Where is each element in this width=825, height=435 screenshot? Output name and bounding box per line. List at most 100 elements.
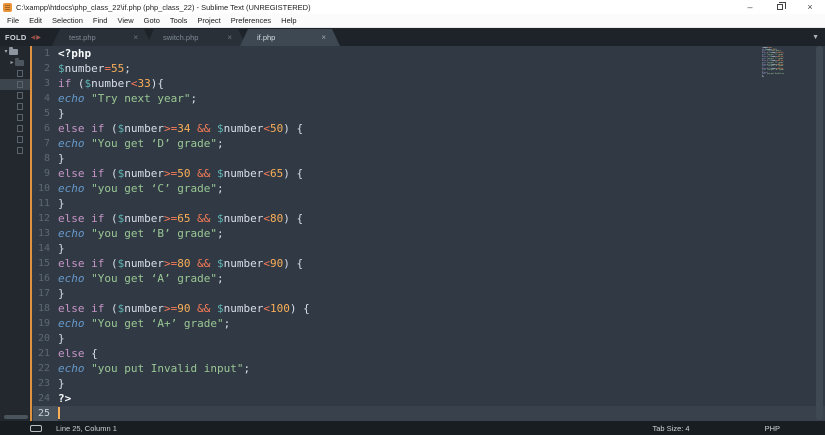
code-line[interactable]: 9else if ($number>=50 && $number<65) { bbox=[33, 166, 825, 181]
line-number: 25 bbox=[33, 406, 58, 421]
code-token: $ bbox=[217, 257, 224, 270]
menu-bar: FileEditSelectionFindViewGotoToolsProjec… bbox=[0, 14, 825, 28]
sidebar-file-item[interactable] bbox=[0, 90, 30, 101]
sidebar-file-item[interactable] bbox=[0, 123, 30, 134]
sidebar-file-item[interactable] bbox=[0, 112, 30, 123]
tab-label: if.php bbox=[257, 33, 317, 42]
sidebar-file-item[interactable] bbox=[0, 101, 30, 112]
sidebar-file-item[interactable] bbox=[0, 79, 30, 90]
layout-icon[interactable] bbox=[30, 425, 42, 432]
history-back-icon[interactable]: ◀ bbox=[31, 34, 36, 41]
tab-test.php[interactable]: test.php× bbox=[52, 29, 152, 46]
code-token: ) { bbox=[283, 212, 303, 225]
close-button[interactable]: × bbox=[795, 0, 825, 14]
tab-overflow-icon[interactable]: ▼ bbox=[812, 34, 819, 41]
code-line[interactable]: 25 bbox=[33, 406, 825, 421]
code-line[interactable]: 14} bbox=[33, 241, 825, 256]
menu-item-goto[interactable]: Goto bbox=[139, 14, 165, 28]
file-icon bbox=[17, 114, 23, 121]
code-token: echo bbox=[58, 92, 85, 105]
line-number: 12 bbox=[33, 211, 58, 226]
code-token: ; bbox=[217, 137, 224, 150]
sidebar-file-item[interactable] bbox=[0, 134, 30, 145]
tab-close-icon[interactable]: × bbox=[133, 33, 138, 42]
menu-item-view[interactable]: View bbox=[112, 14, 138, 28]
code-line[interactable]: 1<?php bbox=[33, 46, 825, 61]
syntax-indicator[interactable]: PHP bbox=[765, 424, 780, 433]
code-line[interactable]: 8} bbox=[33, 151, 825, 166]
code-line[interactable]: 17} bbox=[33, 286, 825, 301]
code-token: < bbox=[263, 257, 270, 270]
sidebar-file-item[interactable] bbox=[0, 68, 30, 79]
line-number: 4 bbox=[33, 91, 58, 106]
vertical-scrollbar[interactable] bbox=[816, 46, 823, 420]
code-token: ( bbox=[104, 122, 117, 135]
code-text: else if ($number>=34 && $number<50) { bbox=[58, 121, 825, 136]
sidebar-folder-item[interactable]: ▾ bbox=[0, 46, 30, 57]
tab-bar: FOLD ◀ ▶ test.php×switch.php×if.php×▼ bbox=[0, 28, 825, 46]
code-text: <?php bbox=[58, 46, 825, 61]
sidebar-editor-divider[interactable] bbox=[30, 46, 32, 421]
code-line[interactable]: 24?> bbox=[33, 391, 825, 406]
history-forward-icon[interactable]: ▶ bbox=[36, 34, 41, 41]
folder-sidebar[interactable]: ▾▸ bbox=[0, 46, 30, 421]
code-line[interactable]: 12else if ($number>=65 && $number<80) { bbox=[33, 211, 825, 226]
menu-item-tools[interactable]: Tools bbox=[165, 14, 193, 28]
restore-button[interactable] bbox=[765, 0, 795, 14]
menu-item-project[interactable]: Project bbox=[192, 14, 225, 28]
minimap-line: echo "you put Invalid input"; bbox=[762, 74, 784, 75]
sidebar-folder-item[interactable]: ▸ bbox=[0, 57, 30, 68]
code-token: 90 bbox=[270, 257, 283, 270]
code-token: "you get ‘C’ grade" bbox=[91, 182, 217, 195]
code-line[interactable]: 7echo "You get ‘D’ grade"; bbox=[33, 136, 825, 151]
code-line[interactable]: 13echo "you get ‘B’ grade"; bbox=[33, 226, 825, 241]
line-number: 2 bbox=[33, 61, 58, 76]
line-number: 23 bbox=[33, 376, 58, 391]
code-line[interactable]: 20} bbox=[33, 331, 825, 346]
menu-item-file[interactable]: File bbox=[2, 14, 24, 28]
minimap[interactable]: <?php$number=55;if ($number<33){echo "Tr… bbox=[762, 47, 784, 78]
tab-close-icon[interactable]: × bbox=[321, 33, 326, 42]
code-token: ?> bbox=[762, 76, 764, 78]
code-line[interactable]: 16echo "You get ‘A’ grade"; bbox=[33, 271, 825, 286]
code-token: else bbox=[58, 257, 85, 270]
line-number: 6 bbox=[33, 121, 58, 136]
code-token: ) { bbox=[290, 302, 310, 315]
line-number: 3 bbox=[33, 76, 58, 91]
code-token: } bbox=[58, 332, 65, 345]
tab-size-indicator[interactable]: Tab Size: 4 bbox=[652, 424, 689, 433]
menu-item-selection[interactable]: Selection bbox=[47, 14, 88, 28]
code-line[interactable]: 6else if ($number>=34 && $number<50) { bbox=[33, 121, 825, 136]
code-line[interactable]: 4echo "Try next year"; bbox=[33, 91, 825, 106]
menu-item-preferences[interactable]: Preferences bbox=[226, 14, 276, 28]
tab-if.php[interactable]: if.php × bbox=[240, 29, 340, 46]
code-token: < bbox=[131, 77, 138, 90]
code-token: else bbox=[58, 347, 85, 360]
code-line[interactable]: 18else if ($number>=90 && $number<100) { bbox=[33, 301, 825, 316]
code-line[interactable]: 10echo "you get ‘C’ grade"; bbox=[33, 181, 825, 196]
sidebar-horizontal-scrollbar[interactable] bbox=[4, 415, 28, 419]
tab-switch.php[interactable]: switch.php × bbox=[146, 29, 246, 46]
menu-item-edit[interactable]: Edit bbox=[24, 14, 47, 28]
code-token: echo bbox=[58, 182, 85, 195]
code-line[interactable]: 23} bbox=[33, 376, 825, 391]
code-line[interactable]: 15else if ($number>=80 && $number<90) { bbox=[33, 256, 825, 271]
code-line[interactable]: 22echo "you put Invalid input"; bbox=[33, 361, 825, 376]
code-line[interactable]: 21else { bbox=[33, 346, 825, 361]
code-line[interactable]: 11} bbox=[33, 196, 825, 211]
menu-item-help[interactable]: Help bbox=[276, 14, 301, 28]
minimize-button[interactable]: – bbox=[735, 0, 765, 14]
code-line[interactable]: 5} bbox=[33, 106, 825, 121]
line-number: 22 bbox=[33, 361, 58, 376]
code-token: ){ bbox=[151, 77, 164, 90]
menu-item-find[interactable]: Find bbox=[88, 14, 113, 28]
code-editor[interactable]: 1<?php2$number=55;3if ($number<33){4echo… bbox=[33, 46, 825, 421]
code-token: else bbox=[58, 167, 85, 180]
code-line[interactable]: 2$number=55; bbox=[33, 61, 825, 76]
tab-close-icon[interactable]: × bbox=[227, 33, 232, 42]
sidebar-file-item[interactable] bbox=[0, 145, 30, 156]
code-line[interactable]: 19echo "You get ‘A+’ grade"; bbox=[33, 316, 825, 331]
code-line[interactable]: 3if ($number<33){ bbox=[33, 76, 825, 91]
tab-label: switch.php bbox=[163, 33, 223, 42]
code-text: echo "Try next year"; bbox=[58, 91, 825, 106]
